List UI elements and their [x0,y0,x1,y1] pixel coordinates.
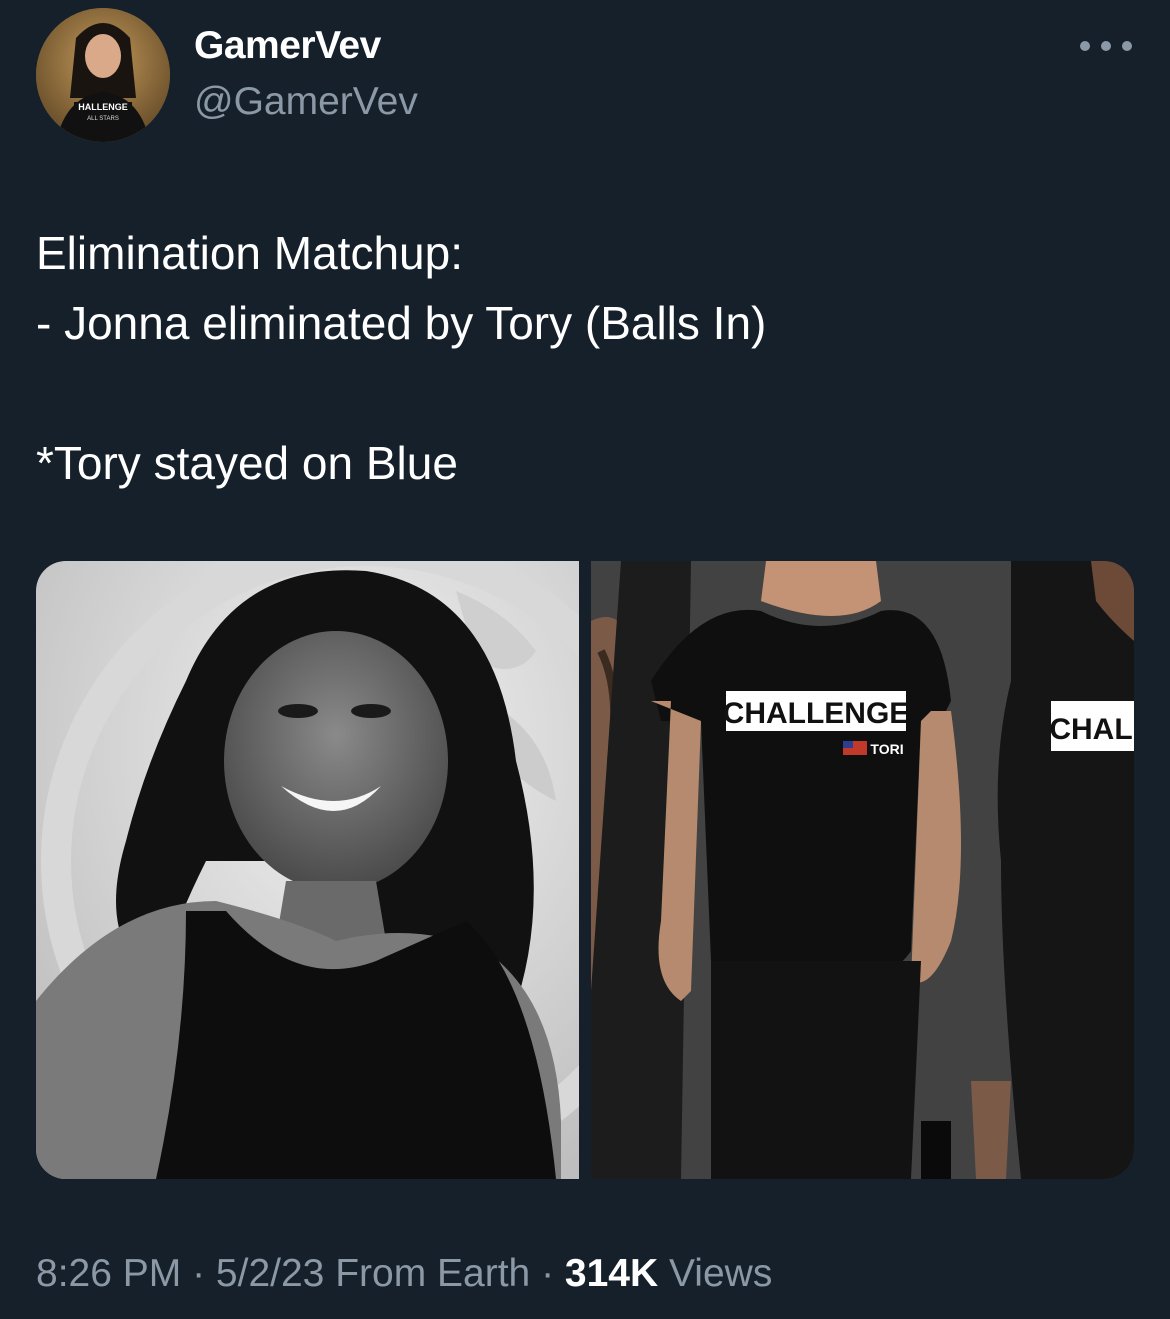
tweet-source: From Earth [335,1252,531,1295]
more-dot [1122,41,1132,51]
media-photo-portrait[interactable] [36,561,579,1179]
avatar-shirt-text: HALLENGE [78,102,128,112]
tweet-date[interactable]: 5/2/23 [216,1252,324,1295]
avatar[interactable]: HALLENGE ALL STARS [36,8,170,142]
views-count[interactable]: 314K [565,1252,658,1295]
svg-text:ALL STARS: ALL STARS [87,116,119,122]
views-label: Views [669,1252,773,1295]
tweet-meta: 8:26 PM · 5/2/23 From Earth · 314K Views [36,1252,772,1296]
meta-separator: · [530,1252,565,1295]
shirt-text-partial: CHAL [1049,713,1132,746]
tweet: HALLENGE ALL STARS GamerVev @GamerVev El… [0,0,1170,1319]
more-dot [1080,41,1090,51]
tweet-text-line: - Jonna eliminated by Tory (Balls In) [36,297,767,349]
shirt-subtext: TORI [870,741,903,757]
tweet-text-line: *Tory stayed on Blue [36,437,458,489]
shirt-text: CHALLENGE [723,697,910,730]
tweet-time[interactable]: 8:26 PM [36,1252,181,1295]
media-grid: CHALLENGE TORI CHAL [36,561,1134,1179]
more-dot [1101,41,1111,51]
handle[interactable]: @GamerVev [194,80,418,124]
media-photo-group[interactable]: CHALLENGE TORI CHAL [591,561,1134,1179]
tweet-text-line: Elimination Matchup: [36,227,463,279]
display-name[interactable]: GamerVev [194,24,381,68]
meta-separator: · [181,1252,216,1295]
tweet-text: Elimination Matchup: - Jonna eliminated … [36,218,1136,498]
more-horizontal-icon[interactable] [1080,32,1132,60]
